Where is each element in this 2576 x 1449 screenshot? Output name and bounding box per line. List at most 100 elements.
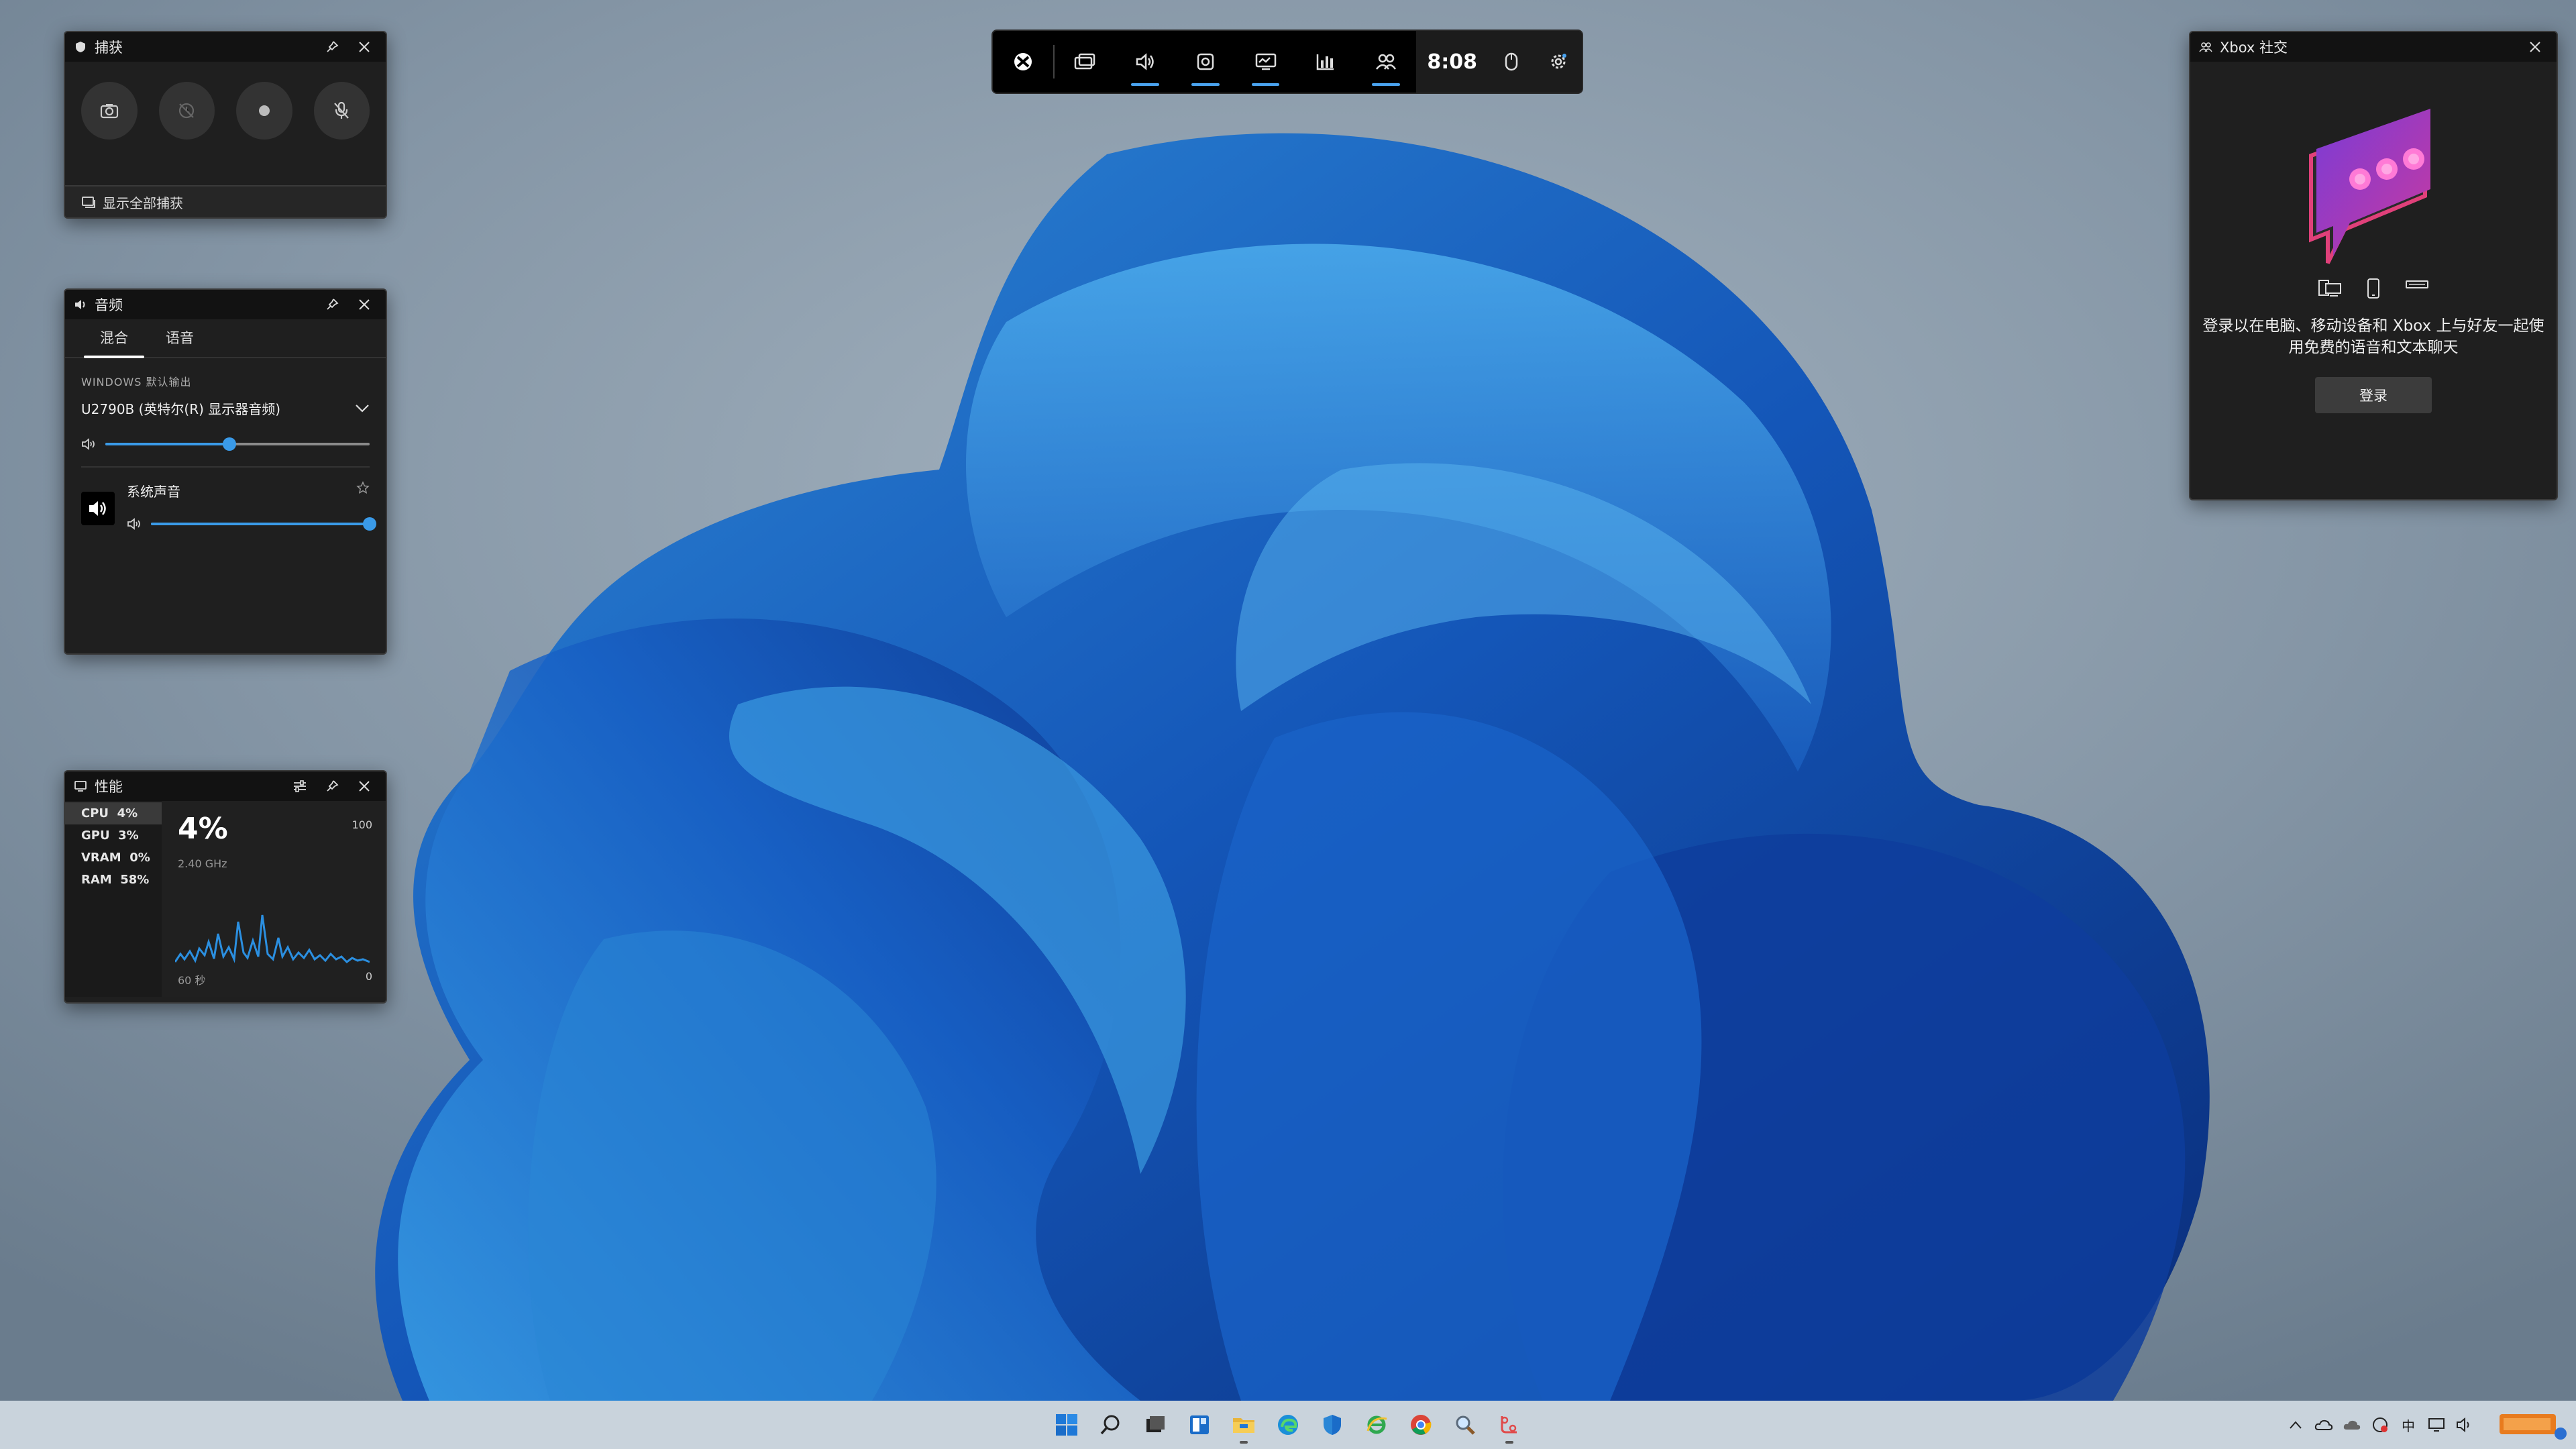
close-icon — [359, 42, 370, 52]
security-button[interactable] — [1312, 1405, 1352, 1445]
camera-icon — [100, 104, 118, 119]
snipping-tool-button[interactable] — [1489, 1405, 1529, 1445]
xbox-social-panel-header[interactable]: Xbox 社交 — [2190, 32, 2557, 62]
pin-button[interactable] — [319, 773, 345, 800]
onedrive-personal-button[interactable] — [2341, 1414, 2363, 1436]
close-button[interactable] — [351, 773, 378, 800]
volume-button[interactable] — [2454, 1414, 2475, 1436]
metric-value: 58% — [120, 873, 150, 887]
mouse-icon — [1505, 52, 1518, 71]
security-tray-button[interactable] — [2369, 1414, 2391, 1436]
search-icon — [1100, 1415, 1120, 1435]
screenshot-button[interactable] — [81, 82, 138, 140]
input-method-button[interactable]: 中 — [2398, 1414, 2419, 1436]
magnifier-icon — [1456, 1415, 1475, 1435]
xbox-social-title: Xbox 社交 — [2220, 40, 2288, 56]
audio-title: 音频 — [95, 297, 123, 313]
clock-area[interactable] — [2482, 1405, 2567, 1445]
tab-mix[interactable]: 混合 — [81, 327, 147, 358]
app-name: 系统声音 — [127, 484, 180, 500]
audio-panel-header[interactable]: 音频 — [65, 290, 386, 319]
search-button[interactable] — [1091, 1405, 1131, 1445]
device-volume-knob[interactable] — [223, 437, 237, 451]
widgets-button[interactable] — [1179, 1405, 1220, 1445]
metric-label: VRAM — [81, 851, 121, 865]
widget-menu-icon — [1074, 53, 1095, 70]
pin-icon — [327, 780, 339, 792]
speaker-icon — [82, 438, 95, 450]
start-button[interactable] — [1046, 1405, 1087, 1445]
metric-value: 4% — [117, 806, 138, 820]
performance-widget-button[interactable] — [1236, 31, 1296, 93]
mic-toggle-button[interactable] — [313, 82, 370, 140]
performance-icon — [1255, 53, 1276, 70]
app-audio-row: 系统声音 — [81, 481, 376, 531]
onedrive-button[interactable] — [2313, 1414, 2334, 1436]
network-icon — [2428, 1418, 2445, 1432]
close-button[interactable] — [351, 291, 378, 318]
performance-options-button[interactable] — [286, 773, 313, 800]
edge-button[interactable] — [1268, 1405, 1308, 1445]
start-recording-button[interactable] — [236, 82, 292, 140]
tray-overflow-button[interactable] — [2285, 1414, 2306, 1436]
close-button[interactable] — [351, 34, 378, 60]
chrome-button[interactable] — [1401, 1405, 1441, 1445]
mouse-button[interactable] — [1488, 31, 1535, 93]
ie-button[interactable] — [1356, 1405, 1397, 1445]
settings-button[interactable] — [1535, 31, 1582, 93]
app-volume-knob[interactable] — [363, 517, 376, 531]
performance-graph-area: 4% 2.40 GHz 100 0 60 秒 — [162, 801, 386, 997]
pin-button[interactable] — [319, 34, 345, 60]
close-icon — [2530, 42, 2540, 52]
file-explorer-button[interactable] — [1224, 1405, 1264, 1445]
output-device-select[interactable]: U2790B (英特尔(R) 显示器音频) — [81, 398, 370, 418]
task-view-icon — [1146, 1416, 1165, 1432]
widget-menu-button[interactable] — [1055, 31, 1115, 93]
metric-label: CPU — [81, 806, 109, 820]
performance-panel: 性能 CPU 4% GPU 3% VRAM 0% RAM 58% 4% 2.40… — [64, 770, 387, 1004]
star-icon[interactable] — [356, 481, 370, 494]
metric-cpu[interactable]: CPU 4% — [65, 802, 162, 824]
app-volume-slider[interactable] — [151, 517, 376, 531]
metric-gpu[interactable]: GPU 3% — [65, 824, 162, 847]
pin-button[interactable] — [319, 291, 345, 318]
sign-in-button[interactable]: 登录 — [2315, 377, 2432, 413]
metric-vram[interactable]: VRAM 0% — [65, 847, 162, 869]
show-all-captures-link[interactable]: 显示全部捕获 — [65, 185, 386, 217]
running-indicator — [1240, 1441, 1248, 1444]
tab-voice[interactable]: 语音 — [147, 327, 213, 357]
notification-badge — [2555, 1428, 2567, 1440]
shield-icon — [1324, 1415, 1341, 1435]
cloud-icon — [2314, 1419, 2333, 1430]
cpu-usage-graph — [175, 914, 370, 963]
xbox-social-widget-button[interactable] — [1356, 31, 1416, 93]
metric-ram[interactable]: RAM 58% — [65, 869, 162, 891]
social-header-icon — [2198, 40, 2213, 54]
network-button[interactable] — [2426, 1414, 2447, 1436]
performance-panel-header[interactable]: 性能 — [65, 771, 386, 801]
default-output-label: WINDOWS 默认输出 — [81, 376, 192, 388]
snipping-tool-icon — [1501, 1416, 1517, 1434]
audio-widget-button[interactable] — [1115, 31, 1175, 93]
pin-icon — [327, 299, 339, 310]
phone-icon — [2367, 278, 2379, 299]
audio-panel: 音频 混合 语音 WINDOWS 默认输出 U2790B (英特尔(R) 显示器… — [64, 288, 387, 655]
record-icon — [258, 105, 270, 116]
cpu-clock-speed: 2.40 GHz — [178, 857, 227, 870]
capture-panel: 捕获 显示全部捕获 — [64, 31, 387, 219]
device-volume-slider[interactable] — [105, 437, 370, 451]
close-button[interactable] — [2522, 34, 2548, 60]
resources-widget-button[interactable] — [1295, 31, 1356, 93]
task-view-button[interactable] — [1135, 1405, 1175, 1445]
magnifier-button[interactable] — [1445, 1405, 1485, 1445]
running-indicator — [1505, 1441, 1513, 1444]
record-last-icon — [179, 103, 195, 119]
xbox-logo-icon — [1014, 53, 1032, 70]
performance-body: CPU 4% GPU 3% VRAM 0% RAM 58% 4% 2.40 GH… — [65, 801, 386, 997]
xbox-button[interactable] — [993, 31, 1053, 93]
capture-widget-button[interactable] — [1175, 31, 1236, 93]
mic-off-icon — [334, 101, 350, 119]
capture-panel-header[interactable]: 捕获 — [65, 32, 386, 62]
close-icon — [359, 299, 370, 310]
record-last-button[interactable] — [158, 82, 215, 140]
